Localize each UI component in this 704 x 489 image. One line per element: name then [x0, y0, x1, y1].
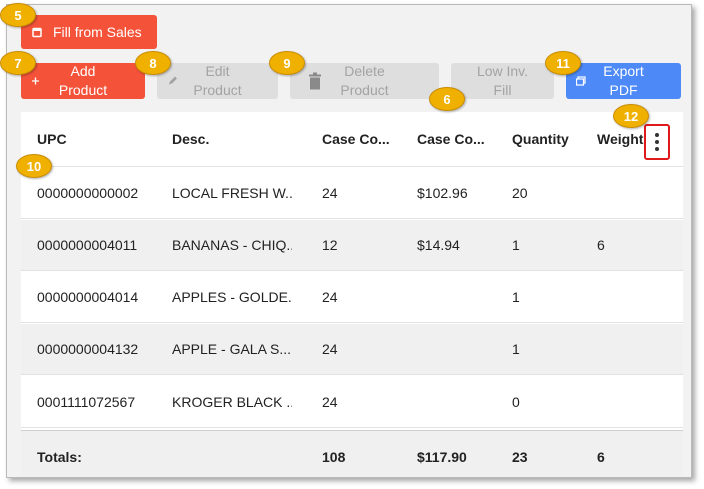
cell-case-cost: $14.94	[417, 237, 460, 253]
totals-case-count: 108	[322, 448, 346, 465]
cell-weight	[597, 168, 647, 218]
export-pdf-label-1: Export	[603, 63, 644, 79]
header-quantity[interactable]: Quantity	[512, 112, 582, 166]
cell-desc: BANANAS - CHIQ...	[172, 237, 292, 253]
header-case-cost[interactable]: Case Co...	[417, 112, 487, 166]
callout-badge-9: 9	[269, 51, 305, 75]
callout-badge-7: 7	[0, 51, 36, 75]
cell-upc: 0000000004011	[37, 237, 138, 253]
cell-upc: 0000000004014	[37, 289, 139, 305]
cell-case-count: 24	[322, 289, 338, 305]
header-upc[interactable]: UPC	[37, 112, 167, 166]
cell-case-cost	[417, 376, 487, 427]
add-product-label-1: Add	[70, 63, 96, 79]
header-case-count[interactable]: Case Co...	[322, 112, 392, 166]
callout-badge-10: 10	[16, 154, 52, 178]
table-row[interactable]: 0000000000002 LOCAL FRESH W... 24 $102.9…	[21, 168, 683, 219]
cell-case-count: 24	[322, 185, 338, 201]
delete-product-button[interactable]: Delete Product	[290, 63, 439, 99]
totals-label: Totals:	[37, 448, 82, 465]
add-product-label-2: Product	[58, 82, 108, 98]
callout-badge-6: 6	[429, 87, 465, 111]
cell-quantity: 1	[512, 289, 520, 305]
low-inv-fill-button[interactable]: Low Inv. Fill	[451, 63, 554, 99]
plus-icon	[31, 77, 40, 86]
edit-product-button[interactable]: Edit Product	[157, 63, 278, 99]
callout-badge-11: 11	[545, 51, 581, 75]
cell-desc: APPLES - GOLDE...	[172, 289, 292, 305]
cell-case-count: 12	[322, 237, 338, 253]
cell-weight	[597, 376, 647, 427]
cell-upc: 0001111072567	[37, 393, 136, 410]
trash-icon	[308, 72, 322, 90]
cell-upc: 0000000004132	[37, 341, 139, 357]
cell-case-cost: $102.96	[417, 185, 468, 201]
fill-from-sales-button[interactable]: Fill from Sales	[21, 15, 157, 49]
cell-case-cost	[417, 272, 487, 322]
edit-product-label-1: Edit	[205, 63, 230, 79]
table-row[interactable]: 0001111072567 KROGER BLACK ... 24 0	[21, 376, 683, 428]
cell-weight	[597, 324, 647, 374]
table-row[interactable]: 0000000004014 APPLES - GOLDE... 24 1	[21, 272, 683, 323]
table-row[interactable]: 0000000004011 BANANAS - CHIQ... 12 $14.9…	[21, 220, 683, 271]
cell-upc: 0000000000002	[37, 185, 139, 201]
totals-weight: 6	[597, 448, 605, 465]
edit-product-label-2: Product	[193, 82, 242, 98]
table-header: UPC Desc. Case Co... Case Co... Quantity…	[21, 112, 683, 167]
cell-weight	[597, 272, 647, 322]
table-row[interactable]: 0000000004132 APPLE - GALA S... 24 1	[21, 324, 683, 375]
cell-case-count: 24	[322, 341, 338, 357]
cell-quantity: 1	[512, 341, 520, 357]
callout-badge-5: 5	[0, 3, 36, 27]
add-product-button[interactable]: Add Product	[21, 63, 145, 99]
callout-badge-8: 8	[135, 51, 171, 75]
cell-quantity: 20	[512, 185, 528, 201]
delete-product-label-1: Delete	[344, 63, 385, 79]
totals-desc	[172, 431, 292, 477]
cell-quantity: 1	[512, 237, 520, 253]
products-table: UPC Desc. Case Co... Case Co... Quantity…	[21, 112, 683, 477]
callout-badge-12: 12	[613, 104, 649, 128]
inventory-window: Fill from Sales Add Product Edit Product D…	[6, 4, 692, 478]
cell-case-count: 24	[322, 393, 338, 410]
cell-desc: LOCAL FRESH W...	[172, 185, 292, 201]
fill-from-sales-label: Fill from Sales	[53, 23, 142, 40]
cell-desc: KROGER BLACK ...	[172, 393, 292, 410]
delete-product-label-2: Product	[340, 82, 389, 98]
totals-row: Totals: 108 $117.90 23 6	[21, 430, 683, 477]
header-desc[interactable]: Desc.	[172, 112, 292, 166]
totals-case-cost: $117.90	[417, 448, 467, 465]
low-inv-label-2: Fill	[493, 82, 512, 98]
document-icon	[576, 76, 586, 86]
cell-case-cost	[417, 324, 487, 374]
low-inv-label-1: Low Inv.	[476, 63, 529, 79]
totals-quantity: 23	[512, 448, 528, 465]
cell-quantity: 0	[512, 393, 520, 410]
export-pdf-button[interactable]: Export PDF	[566, 63, 681, 99]
calendar-icon	[32, 27, 42, 38]
cell-desc: APPLE - GALA S...	[172, 341, 292, 357]
export-pdf-label-2: PDF	[609, 82, 638, 98]
column-menu-icon[interactable]	[644, 124, 670, 160]
pencil-icon	[167, 76, 178, 87]
cell-weight: 6	[597, 237, 605, 253]
